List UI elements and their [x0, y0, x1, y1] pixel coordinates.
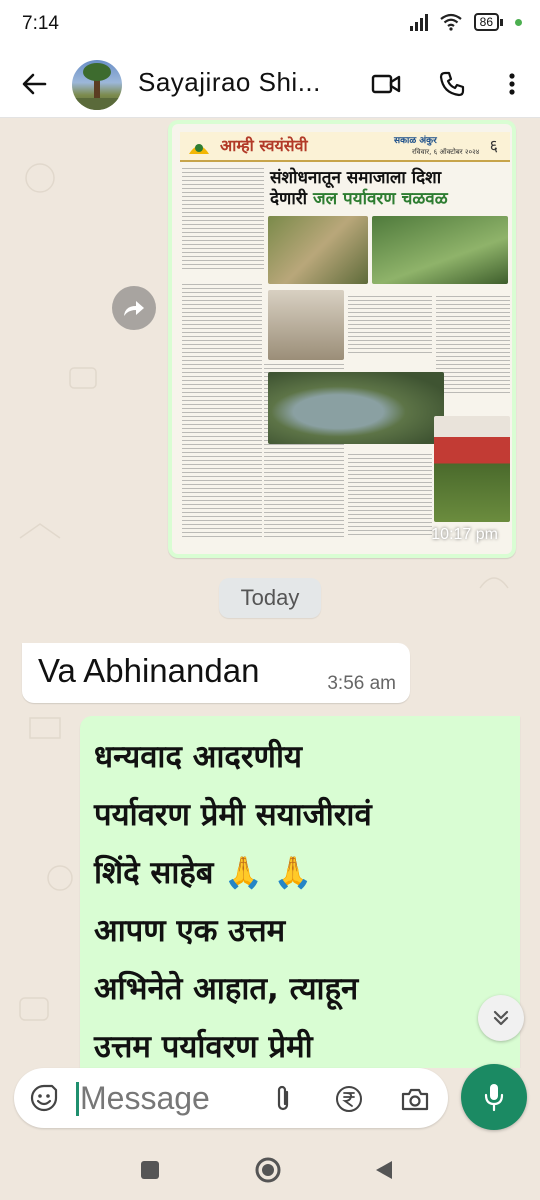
status-bar: 7:14 86 — [0, 0, 540, 50]
newspaper-logo-icon — [189, 144, 209, 154]
system-nav-bar — [0, 1140, 540, 1200]
more-options-icon — [509, 73, 515, 95]
camera-icon — [401, 1088, 429, 1111]
mic-icon — [484, 1084, 504, 1112]
headline-line-2-prefix: देणारी — [270, 189, 313, 209]
scroll-to-bottom-button[interactable] — [478, 995, 524, 1041]
home-button[interactable] — [250, 1152, 286, 1188]
nav-back-button[interactable] — [366, 1152, 402, 1188]
home-icon — [255, 1157, 281, 1183]
chat-header: Sayajirao Shi... — [0, 50, 540, 118]
emoji-button[interactable] — [28, 1082, 60, 1114]
avatar[interactable] — [72, 60, 122, 110]
image-message[interactable]: आम्ही स्वयंसेवी सकाळ अंकुर रविवार, ६ ऑक्… — [168, 120, 516, 558]
forward-icon — [124, 301, 144, 316]
back-icon — [376, 1161, 392, 1179]
battery-icon: 86 — [473, 13, 503, 31]
headline-highlight: जल पर्यावरण चळवळ — [313, 189, 448, 209]
incoming-message[interactable]: Va Abhinandan 3:56 am — [22, 643, 410, 703]
newspaper-masthead: आम्ही स्वयंसेवी — [220, 136, 308, 155]
camera-button[interactable] — [398, 1082, 432, 1116]
incoming-message-text: Va Abhinandan — [38, 652, 260, 689]
battery-level: 86 — [473, 13, 499, 31]
image-message-time: 10:17 pm — [431, 526, 498, 543]
chat-title[interactable]: Sayajirao Shi... — [138, 67, 321, 98]
newspaper-photo — [268, 290, 344, 360]
voice-message-button[interactable] — [461, 1064, 527, 1130]
message-composer — [0, 1060, 540, 1140]
recents-button[interactable] — [132, 1152, 168, 1188]
video-call-button[interactable] — [366, 64, 406, 104]
text-cursor — [76, 1082, 79, 1116]
newspaper-photo — [268, 216, 368, 284]
message-input[interactable] — [80, 1076, 260, 1120]
newspaper-page-number: ६ — [489, 136, 498, 155]
newspaper-headline: संशोधनातून समाजाला दिशा देणारी जल पर्याव… — [270, 168, 448, 210]
back-arrow-icon — [22, 73, 47, 95]
recents-icon — [141, 1161, 159, 1179]
notification-dot-icon — [515, 18, 522, 26]
headline-line-2: देणारी जल पर्यावरण चळवळ — [270, 189, 448, 210]
attach-icon — [277, 1085, 289, 1111]
outgoing-message[interactable]: धन्यवाद आदरणीय पर्यावरण प्रेमी सयाजीरावं… — [80, 716, 520, 1068]
double-chevron-down-icon — [493, 1010, 509, 1026]
incoming-message-time: 3:56 am — [327, 673, 396, 694]
status-time: 7:14 — [22, 13, 59, 34]
voice-call-button[interactable] — [432, 64, 472, 104]
back-button[interactable] — [14, 64, 54, 104]
more-options-button[interactable] — [492, 64, 532, 104]
status-icons: 86 — [409, 13, 522, 31]
signal-icon — [409, 13, 428, 31]
message-input-container[interactable] — [14, 1068, 448, 1128]
voice-call-icon — [439, 71, 465, 97]
newspaper-date: रविवार, ६ ऑक्टोबर २०२४ — [412, 148, 480, 156]
payment-button[interactable] — [332, 1082, 366, 1116]
chat-area[interactable]: आम्ही स्वयंसेवी सकाळ अंकुर रविवार, ६ ऑक्… — [0, 118, 540, 1068]
attach-button[interactable] — [266, 1082, 300, 1116]
newspaper-photo — [434, 416, 510, 522]
headline-line-1: संशोधनातून समाजाला दिशा — [270, 168, 442, 188]
rupee-icon — [336, 1086, 362, 1112]
forward-button[interactable] — [112, 286, 156, 330]
video-call-icon — [371, 74, 401, 94]
wifi-icon — [439, 13, 462, 31]
newspaper-name: सकाळ अंकुर — [394, 136, 437, 146]
emoji-icon — [30, 1084, 58, 1112]
date-divider: Today — [219, 578, 321, 618]
newspaper-image[interactable]: आम्ही स्वयंसेवी सकाळ अंकुर रविवार, ६ ऑक्… — [172, 124, 512, 554]
newspaper-photo — [268, 372, 444, 444]
outgoing-message-text: धन्यवाद आदरणीय पर्यावरण प्रेमी सयाजीरावं… — [94, 739, 372, 1065]
newspaper-photo — [372, 216, 508, 284]
